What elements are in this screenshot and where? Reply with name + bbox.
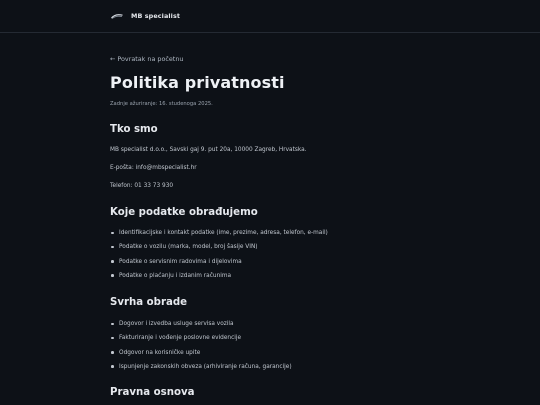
- bullet-icon: [111, 351, 114, 354]
- company-phone: Telefon: 01 33 73 930: [110, 183, 174, 189]
- back-to-home-link[interactable]: ← Povratak na početnu: [110, 55, 183, 63]
- bullet-icon: [111, 231, 114, 235]
- company-email: E-pošta: info@mbspecialist.hr: [110, 165, 197, 171]
- list-item: Podatke o plaćanju i izdanim računima: [110, 272, 328, 286]
- bullet-icon: [111, 365, 114, 368]
- data-categories-list: Identifikacijske i kontakt podatke (ime,…: [110, 229, 328, 286]
- list-item: Podatke o vozilu (marka, model, broj šas…: [110, 243, 328, 257]
- section-heading-who: Tko smo: [110, 124, 158, 135]
- site-header: MB specialist: [0, 0, 540, 33]
- brand-name[interactable]: MB specialist: [131, 12, 180, 20]
- page-title: Politika privatnosti: [110, 73, 285, 92]
- bullet-icon: [111, 245, 114, 249]
- brand-logo-icon[interactable]: [111, 13, 123, 19]
- company-address: MB specialist d.o.o., Savski gaj 9. put …: [110, 147, 307, 153]
- email-link[interactable]: info@mbspecialist.hr: [136, 165, 197, 171]
- email-label: E-pošta:: [110, 165, 136, 171]
- list-item: Dogovor i izvedba usluge servisa vozila: [110, 320, 292, 334]
- bullet-icon: [111, 260, 114, 263]
- section-heading-purpose: Svrha obrade: [110, 297, 188, 308]
- purpose-list: Dogovor i izvedba usluge servisa vozila …: [110, 320, 292, 377]
- section-heading-data: Koje podatke obrađujemo: [110, 207, 258, 218]
- list-item: Ispunjenje zakonskih obveza (arhiviranje…: [110, 363, 292, 377]
- list-item: Identifikacijske i kontakt podatke (ime,…: [110, 229, 328, 243]
- last-updated-text: Zadnje ažuriranje: 16. studenoga 2025.: [110, 101, 213, 107]
- bullet-icon: [111, 322, 114, 326]
- bullet-icon: [111, 336, 114, 340]
- list-item: Fakturiranje i vođenje poslovne evidenci…: [110, 334, 292, 348]
- section-heading-legal: Pravna osnova: [110, 387, 195, 398]
- bullet-icon: [111, 274, 114, 277]
- list-item: Podatke o servisnim radovima i dijelovim…: [110, 258, 328, 272]
- list-item: Odgovor na korisničke upite: [110, 349, 292, 363]
